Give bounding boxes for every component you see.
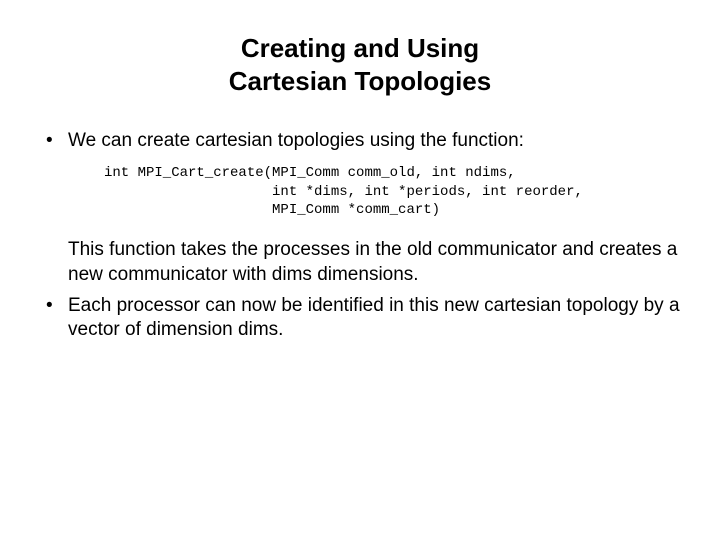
bullet-list-2: Each processor can now be identified in … xyxy=(40,294,680,343)
slide: Creating and Using Cartesian Topologies … xyxy=(0,0,720,540)
title-line-1: Creating and Using xyxy=(241,33,479,63)
paragraph-1: This function takes the processes in the… xyxy=(68,238,680,287)
bullet-2-text: Each processor can now be identified in … xyxy=(68,295,680,341)
bullet-list: We can create cartesian topologies using… xyxy=(40,129,680,154)
code-block: int MPI_Cart_create(MPI_Comm comm_old, i… xyxy=(104,164,680,221)
slide-title: Creating and Using Cartesian Topologies xyxy=(40,32,680,97)
code-line-2: int *dims, int *periods, int reorder, xyxy=(104,184,583,200)
bullet-item-2: Each processor can now be identified in … xyxy=(40,294,680,343)
slide-body: We can create cartesian topologies using… xyxy=(40,129,680,343)
code-line-3: MPI_Comm *comm_cart) xyxy=(104,202,440,218)
bullet-item-1: We can create cartesian topologies using… xyxy=(40,129,680,154)
code-line-1: int MPI_Cart_create(MPI_Comm comm_old, i… xyxy=(104,165,516,181)
bullet-1-text: We can create cartesian topologies using… xyxy=(68,130,524,151)
title-line-2: Cartesian Topologies xyxy=(229,66,491,96)
